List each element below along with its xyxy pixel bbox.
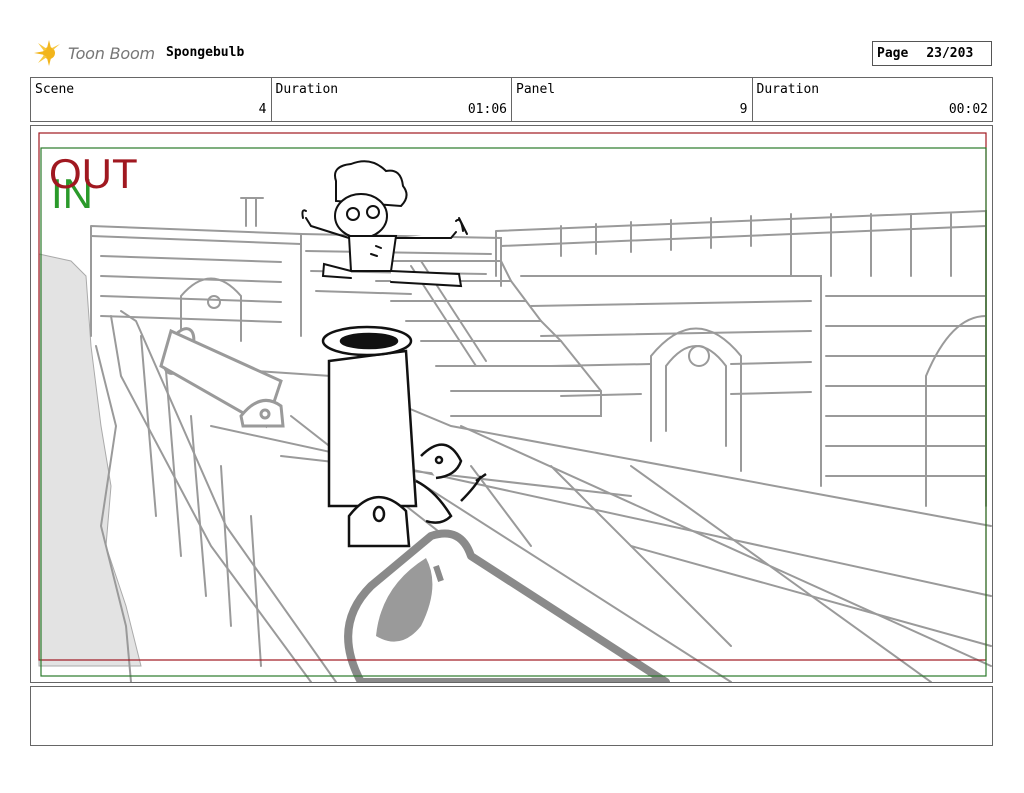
panel-cell: Panel 9 [512, 78, 753, 121]
scene-duration-value: 01:06 [467, 102, 507, 117]
panel-value: 9 [739, 102, 748, 117]
character-cannon [321, 325, 487, 548]
page-indicator: Page 23/203 [872, 41, 992, 66]
page-label: Page [877, 46, 909, 61]
scene-duration-cell: Duration 01:06 [272, 78, 512, 121]
scene-duration-label: Duration [275, 82, 339, 97]
panel-duration-cell: Duration 00:02 [753, 78, 993, 121]
page-number: 23/203 [926, 46, 974, 61]
panel-info-row: Scene 4 Duration 01:06 Panel 9 Duration … [30, 77, 993, 122]
panel-duration-value: 00:02 [948, 102, 988, 117]
scene-label: Scene [35, 82, 75, 97]
panel-duration-label: Duration [756, 82, 820, 97]
out-label: OUT [49, 150, 138, 197]
sparkle-icon [34, 40, 60, 66]
toon-boom-logo: Toon Boom [32, 38, 155, 68]
panel-notes[interactable] [30, 686, 993, 746]
panel-label: Panel [516, 82, 556, 97]
storyboard-panel: IN OUT [30, 125, 993, 683]
project-name: Spongebulb [166, 45, 245, 60]
scene-cell: Scene 4 [31, 78, 272, 121]
jumping-character [301, 160, 468, 288]
logo-text: Toon Boom [68, 43, 155, 63]
panel-drawing: IN OUT [38, 132, 992, 682]
scene-value: 4 [258, 102, 267, 117]
background-cannon [159, 327, 285, 429]
